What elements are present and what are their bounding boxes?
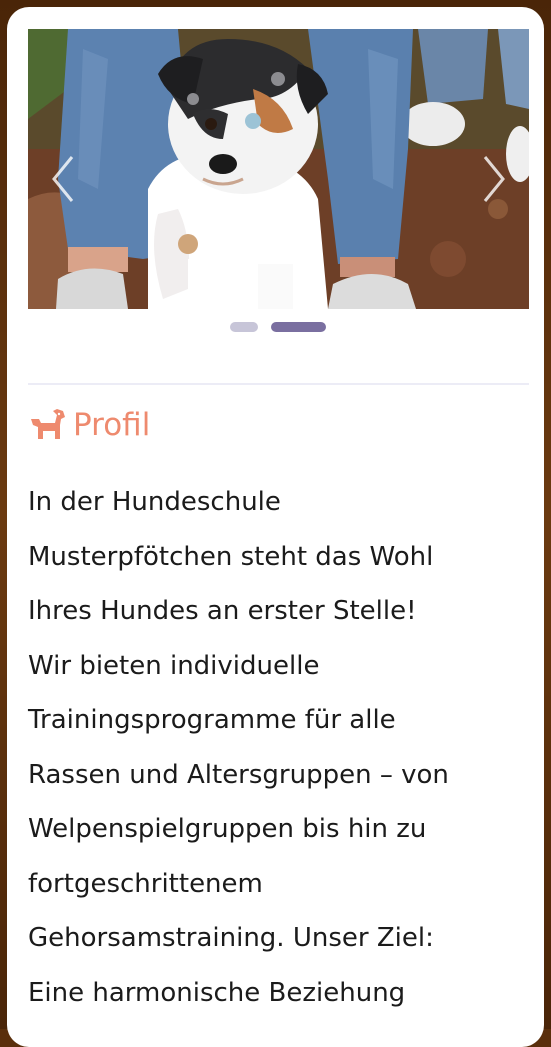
chevron-left-icon	[52, 156, 74, 202]
dog-icon	[31, 409, 65, 439]
description-line: Ihres Hundes an erster Stelle!	[28, 596, 417, 626]
description-line: Welpenspielgruppen bis hin zu	[28, 814, 427, 844]
description-line: In der Hundeschule	[28, 487, 281, 517]
carousel-indicators	[7, 322, 544, 334]
app-frame: Profil In der Hundeschule Musterpfötchen…	[0, 0, 551, 1047]
profile-title: Profil	[73, 407, 151, 443]
description-line: fortgeschrittenem	[28, 868, 263, 899]
carousel-dot-2-active[interactable]	[271, 322, 326, 332]
carousel-photo	[28, 29, 529, 309]
description-line: Rassen und Altersgruppen – von	[28, 759, 449, 790]
description-line: Trainingsprogramme für alle	[28, 705, 396, 735]
description-line: Wir bieten individuelle	[28, 650, 320, 681]
profile-header: Profil	[27, 403, 150, 447]
description-line: Gehorsamstraining. Unser Ziel:	[28, 923, 434, 953]
carousel-prev-button[interactable]	[42, 149, 82, 209]
section-divider	[28, 383, 529, 385]
carousel-dot-1[interactable]	[230, 322, 258, 332]
description-line: Musterpfötchen steht das Wohl	[28, 541, 434, 572]
carousel-next-button[interactable]	[475, 149, 515, 209]
image-carousel[interactable]	[28, 29, 529, 309]
profile-description: In der Hundeschule Musterpfötchen steht …	[28, 475, 528, 1020]
description-line: Eine harmonische Beziehung	[28, 977, 406, 1008]
profile-card: Profil In der Hundeschule Musterpfötchen…	[7, 7, 544, 1047]
chevron-right-icon	[483, 156, 505, 202]
